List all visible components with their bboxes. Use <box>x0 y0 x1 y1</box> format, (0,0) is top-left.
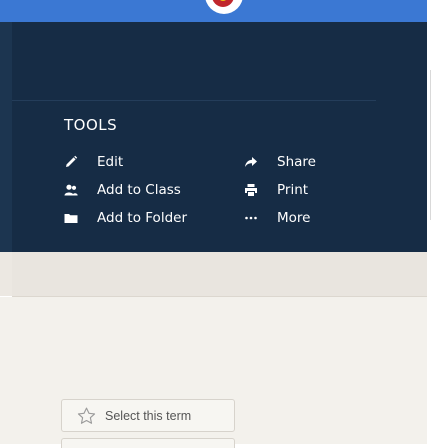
pencil-icon <box>64 155 78 169</box>
tool-more-label: More <box>277 210 311 226</box>
select-term-label: Select this term <box>105 408 192 423</box>
tool-add-to-class-label: Add to Class <box>97 182 181 198</box>
tool-add-to-folder[interactable]: Add to Folder <box>64 210 187 226</box>
page-right-edge <box>427 0 431 444</box>
share-icon <box>244 155 258 169</box>
more-icon <box>244 211 258 225</box>
select-term-button[interactable]: Select this term <box>61 399 235 432</box>
tool-add-to-folder-label: Add to Folder <box>97 210 187 226</box>
folder-icon <box>64 211 78 225</box>
tool-edit-label: Edit <box>97 154 124 170</box>
tool-print-label: Print <box>277 182 309 198</box>
tool-share-label: Share <box>277 154 316 170</box>
logo-mark <box>212 0 234 7</box>
tools-divider <box>12 100 376 101</box>
star-outline-icon <box>77 407 96 425</box>
panel-left-edge <box>0 22 12 252</box>
tool-edit[interactable]: Edit <box>64 154 123 170</box>
section-bar-left-edge <box>0 252 12 296</box>
print-icon <box>244 183 258 197</box>
next-term-card <box>61 438 235 448</box>
tool-share[interactable]: Share <box>244 154 316 170</box>
tool-more[interactable]: More <box>244 210 310 226</box>
tool-print[interactable]: Print <box>244 182 308 198</box>
users-icon <box>64 183 78 197</box>
tool-add-to-class[interactable]: Add to Class <box>64 182 181 198</box>
tools-heading: TOOLS <box>64 116 118 134</box>
section-bar <box>12 252 427 296</box>
